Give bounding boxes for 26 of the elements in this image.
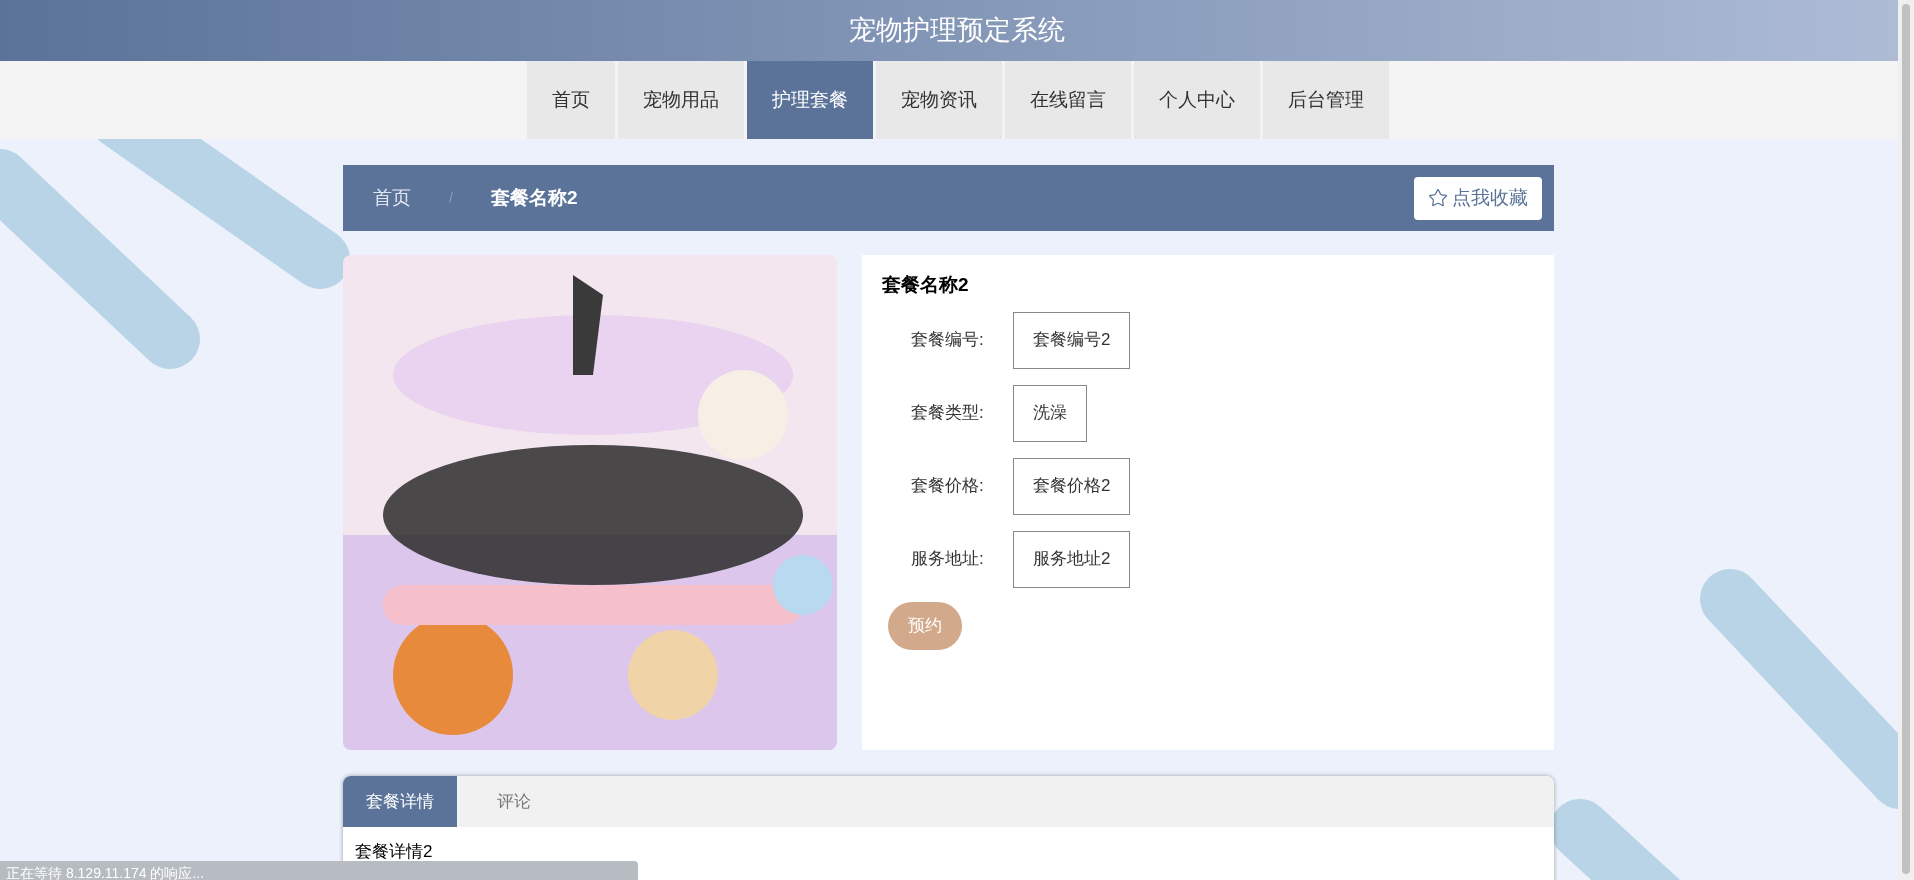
- nav-tab[interactable]: 宠物用品: [617, 61, 744, 139]
- nav-tab[interactable]: 在线留言: [1004, 61, 1131, 139]
- field-label: 套餐编号:: [910, 329, 985, 352]
- nav-tab[interactable]: 后台管理: [1262, 61, 1389, 139]
- field-label: 套餐类型:: [910, 402, 985, 425]
- tab-content: 套餐详情2: [354, 841, 434, 863]
- field-value: 套餐编号2: [1013, 311, 1131, 369]
- detail-tab[interactable]: 套餐详情: [343, 776, 457, 827]
- favorite-button[interactable]: 点我收藏: [1414, 176, 1542, 220]
- field-label: 服务地址:: [910, 548, 985, 571]
- breadcrumb-item: 套餐名称2: [490, 185, 578, 210]
- nav-tab[interactable]: 个人中心: [1133, 61, 1260, 139]
- field-label: 套餐价格:: [910, 475, 985, 498]
- nav-tab[interactable]: 护理套餐: [746, 61, 873, 139]
- nav-tab[interactable]: 首页: [526, 61, 615, 139]
- site-title: 宠物护理预定系统: [849, 14, 1065, 48]
- breadcrumb-separator: /: [449, 188, 453, 208]
- nav-tab[interactable]: 宠物资讯: [875, 61, 1002, 139]
- field-value: 服务地址2: [1013, 530, 1131, 588]
- product-title: 套餐名称2: [882, 273, 970, 297]
- field-value: 洗澡: [1013, 384, 1087, 442]
- breadcrumb-item[interactable]: 首页: [373, 183, 411, 213]
- status-bar: 正在等待 8.129.11.174 的响应...: [0, 861, 638, 880]
- star-icon: [1428, 188, 1448, 208]
- field-value: 套餐价格2: [1013, 457, 1131, 515]
- detail-tab[interactable]: 评论: [457, 776, 571, 827]
